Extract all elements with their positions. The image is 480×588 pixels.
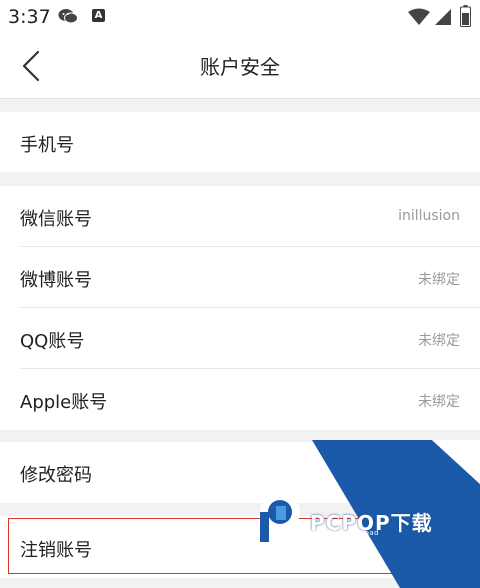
wechat-account-value: inillusion	[398, 208, 460, 224]
apple-account-value: 未绑定	[418, 394, 460, 410]
qq-account-value: 未绑定	[418, 333, 460, 349]
phone-number-label: 手机号	[20, 135, 74, 156]
page-title: 账户安全	[200, 55, 280, 79]
wechat-account-label: 微信账号	[20, 209, 92, 230]
wechat-icon	[58, 9, 78, 24]
weibo-account-value: 未绑定	[418, 272, 460, 288]
change-password-label: 修改密码	[20, 465, 92, 486]
apple-account-row[interactable]: Apple账号 未绑定	[0, 369, 480, 430]
qq-account-label: QQ账号	[20, 331, 85, 352]
qq-account-row[interactable]: QQ账号 未绑定	[0, 308, 480, 369]
deactivate-account-label: 注销账号	[20, 540, 92, 561]
status-time: 3:37	[8, 6, 51, 28]
apple-account-label: Apple账号	[20, 392, 108, 413]
wechat-account-row[interactable]: 微信账号 inillusion	[0, 186, 480, 247]
phone-number-row[interactable]: 手机号	[0, 112, 480, 172]
battery-icon	[460, 5, 471, 27]
watermark-subtitle: PCPOP Download	[312, 529, 380, 537]
status-bar: 3:37 A	[0, 0, 480, 34]
signal-icon	[435, 9, 451, 25]
notification-badge: A	[92, 9, 105, 22]
weibo-account-row[interactable]: 微博账号 未绑定	[0, 247, 480, 308]
header-bar: 账户安全	[0, 34, 480, 99]
weibo-account-label: 微博账号	[20, 270, 92, 291]
wifi-icon	[408, 8, 430, 25]
